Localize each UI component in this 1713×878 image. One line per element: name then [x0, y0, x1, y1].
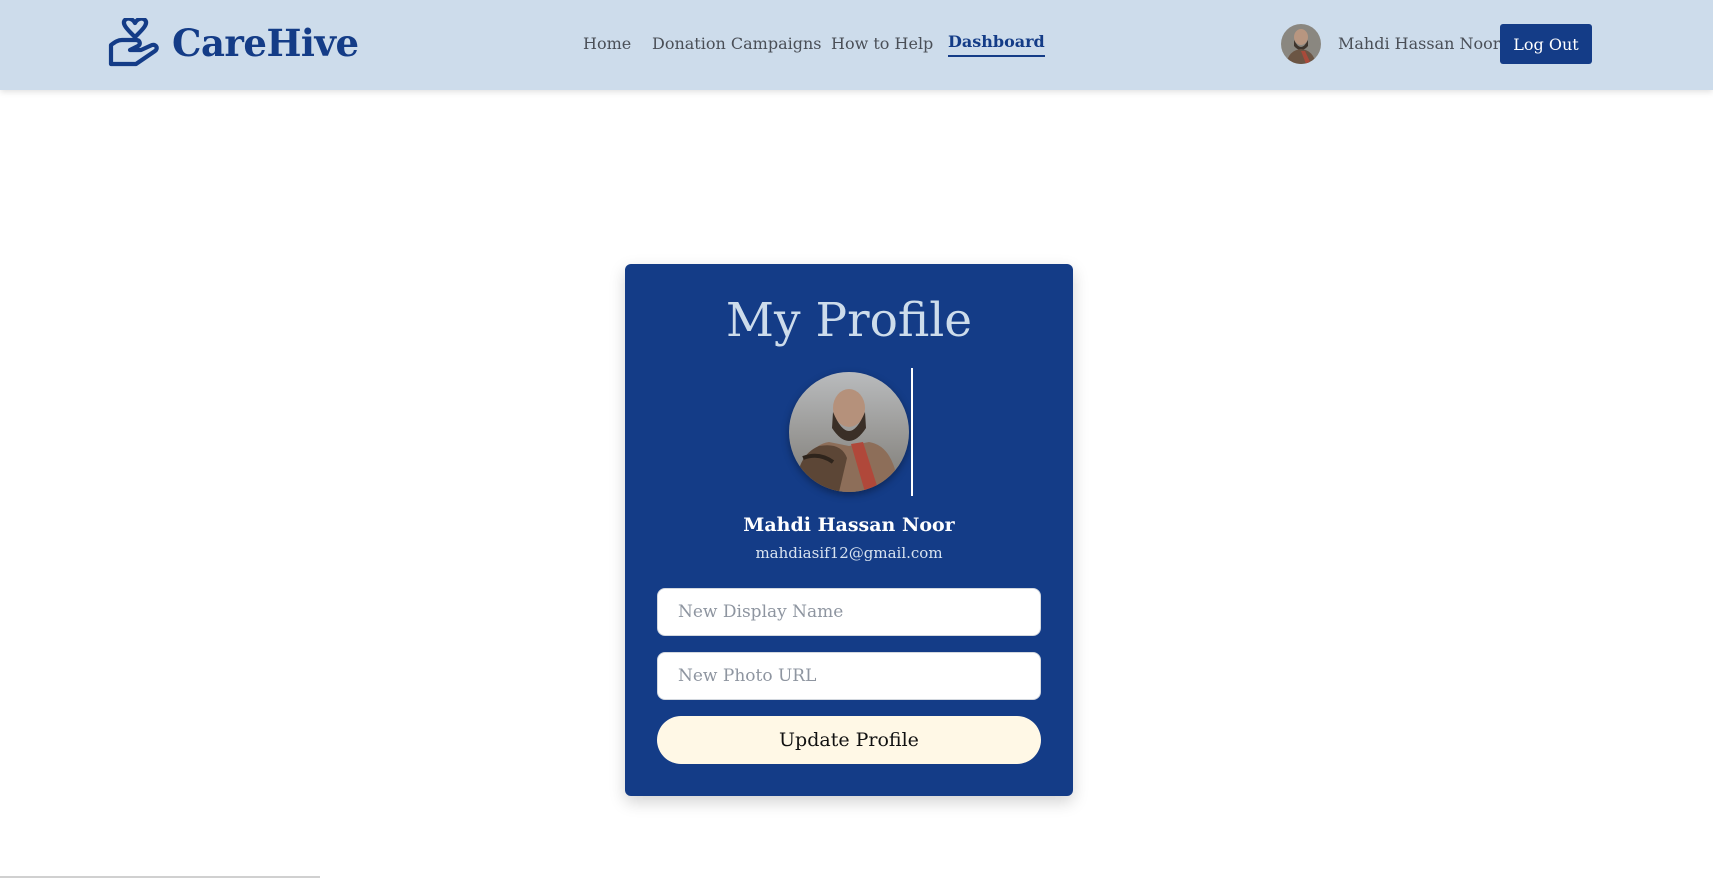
nav-dashboard[interactable]: Dashboard: [948, 30, 1045, 57]
header-avatar[interactable]: [1281, 24, 1321, 64]
nav-how-to-help[interactable]: How to Help: [831, 32, 933, 56]
display-name-input[interactable]: [657, 588, 1041, 636]
profile-avatar: [789, 372, 909, 492]
profile-card: My Profile Mahdi Hassan Noor mahdiasif12…: [625, 264, 1073, 796]
logout-button[interactable]: Log Out: [1500, 24, 1592, 64]
profile-email: mahdiasif12@gmail.com: [755, 544, 943, 562]
profile-photo: [789, 372, 909, 492]
brand-logo[interactable]: CareHive: [108, 18, 359, 68]
update-profile-button[interactable]: Update Profile: [657, 716, 1041, 764]
text-cursor-divider: [911, 368, 913, 496]
nav-home[interactable]: Home: [583, 32, 631, 56]
nav-donation-campaigns[interactable]: Donation Campaigns: [652, 32, 821, 56]
page-title: My Profile: [725, 293, 973, 348]
hand-heart-icon: [108, 18, 159, 67]
profile-name: Mahdi Hassan Noor: [743, 514, 955, 536]
brand-name: CareHive: [172, 21, 359, 65]
header-user-name: Mahdi Hassan Noor: [1338, 34, 1501, 53]
avatar-image: [1281, 24, 1321, 64]
top-navbar: CareHive Home Donation Campaigns How to …: [0, 0, 1713, 90]
photo-url-input[interactable]: [657, 652, 1041, 700]
